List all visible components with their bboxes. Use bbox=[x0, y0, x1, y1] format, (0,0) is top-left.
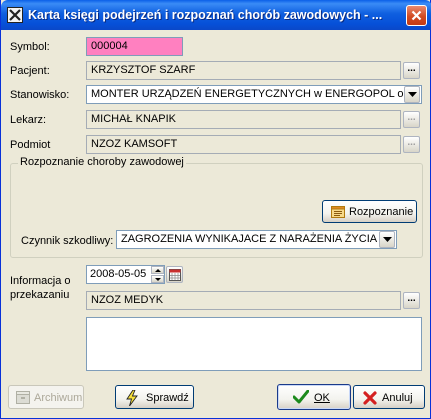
lekarz-label: Lekarz: bbox=[10, 114, 47, 126]
archive-icon bbox=[16, 391, 30, 404]
checkmark-icon bbox=[293, 390, 309, 404]
close-icon bbox=[411, 10, 422, 21]
czynnik-dropdown-button[interactable] bbox=[379, 231, 395, 248]
chevron-down-icon bbox=[155, 278, 161, 281]
calendar-button[interactable] bbox=[166, 266, 183, 283]
lekarz-select-button[interactable]: ... bbox=[403, 111, 420, 128]
date-up-button[interactable] bbox=[151, 266, 164, 274]
chevron-up-icon bbox=[155, 269, 161, 272]
rozpoznanie-group-caption: Rozpoznanie choroby zawodowej bbox=[18, 156, 186, 168]
recipient-select-button[interactable]: ... bbox=[403, 292, 420, 309]
calendar-icon bbox=[169, 269, 181, 281]
pacjent-select-button[interactable]: ... bbox=[403, 62, 420, 79]
archiwum-button[interactable]: Archiwum bbox=[8, 385, 84, 409]
cancel-x-icon bbox=[363, 391, 377, 405]
sprawdz-button[interactable]: Sprawdź bbox=[115, 385, 194, 409]
informacja-label-line2: przekazaniu bbox=[10, 289, 70, 301]
czynnik-select[interactable]: ZAGROZENIA WYNIKAJACE Z NARAŻENIA ŻYCIA bbox=[116, 230, 397, 249]
rozpoznanie-button[interactable]: Rozpoznanie bbox=[322, 200, 417, 223]
informacja-label-line1: Informacja o bbox=[10, 275, 71, 287]
archiwum-button-label: Archiwum bbox=[34, 392, 83, 404]
pacjent-field: KRZYSZTOF SZARF bbox=[86, 61, 401, 80]
pacjent-label: Pacjent: bbox=[10, 65, 50, 77]
note-textarea[interactable] bbox=[86, 317, 422, 371]
app-icon bbox=[7, 7, 23, 23]
ok-button[interactable]: OK bbox=[277, 384, 351, 410]
symbol-label: Symbol: bbox=[10, 41, 50, 53]
notepad-icon bbox=[331, 206, 345, 218]
rozpoznanie-button-label: Rozpoznanie bbox=[349, 206, 414, 218]
stanowisko-select[interactable]: MONTER URZĄDZEŃ ENERGETYCZNYCH w ENERGOP… bbox=[86, 85, 422, 104]
recipient-field: NZOZ MEDYK bbox=[86, 291, 401, 310]
anuluj-button-label: Anuluj bbox=[382, 392, 413, 404]
anuluj-button[interactable]: Anuluj bbox=[353, 385, 425, 409]
czynnik-label: Czynnik szkodliwy: bbox=[21, 235, 114, 247]
podmiot-label: Podmiot bbox=[10, 139, 51, 151]
symbol-field[interactable]: 000004 bbox=[86, 37, 183, 56]
lekarz-field: MICHAŁ KNAPIK bbox=[86, 110, 401, 129]
close-button[interactable] bbox=[406, 5, 427, 26]
sprawdz-button-label: Sprawdź bbox=[146, 392, 189, 404]
lightning-icon bbox=[126, 390, 138, 406]
title-bar[interactable]: Karta księgi podejrzeń i rozpoznań choró… bbox=[1, 0, 431, 30]
chevron-down-icon bbox=[408, 92, 417, 97]
chevron-down-icon bbox=[383, 237, 392, 242]
window-title: Karta księgi podejrzeń i rozpoznań choró… bbox=[28, 8, 383, 22]
date-spinner[interactable] bbox=[151, 266, 164, 283]
dialog-window: Karta księgi podejrzeń i rozpoznań choró… bbox=[0, 0, 431, 419]
podmiot-field: NZOZ KAMSOFT bbox=[86, 135, 401, 154]
stanowisko-label: Stanowisko: bbox=[10, 89, 70, 101]
date-down-button[interactable] bbox=[151, 275, 164, 283]
ok-button-label: OK bbox=[314, 392, 330, 404]
stanowisko-dropdown-button[interactable] bbox=[404, 86, 420, 103]
podmiot-select-button[interactable]: ... bbox=[403, 136, 420, 153]
